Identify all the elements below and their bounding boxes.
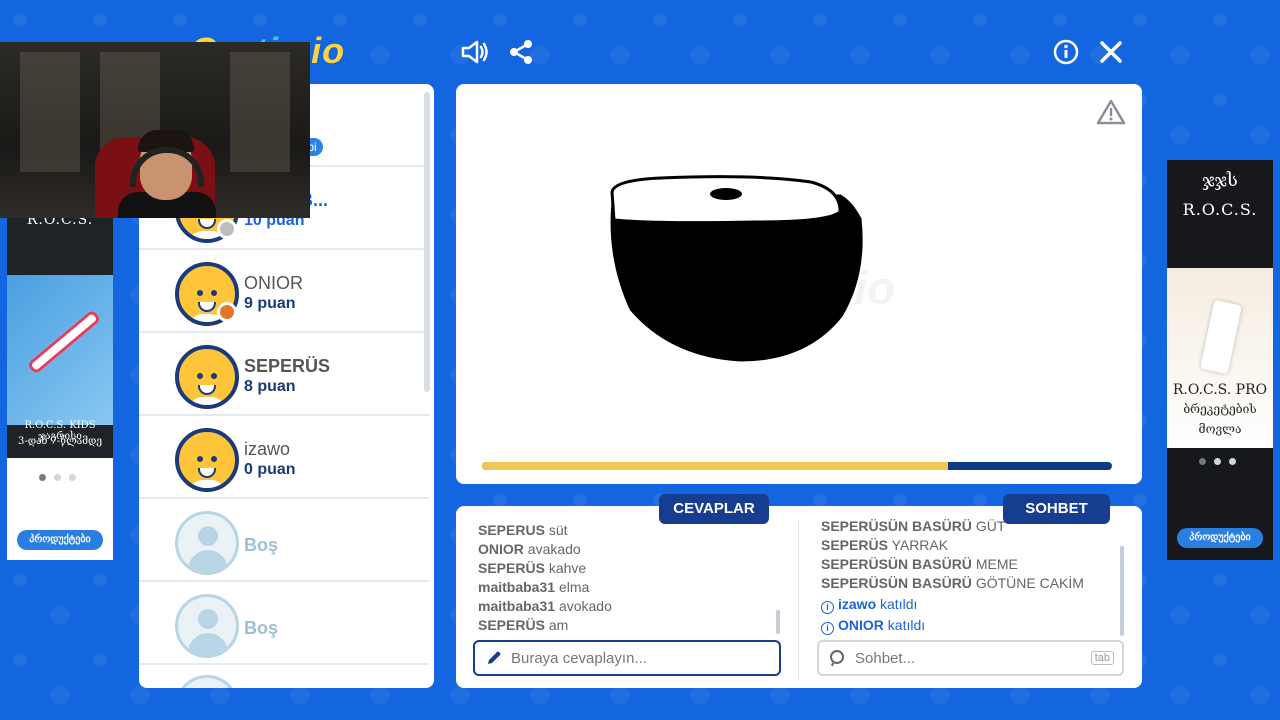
empty-slot-label: Boş <box>244 618 279 638</box>
chat-message: SEPERÜSÜN BASÜRÜ GÖTÜNE CAKİM <box>821 575 1084 591</box>
empty-slot-label: Boş <box>244 535 279 555</box>
chat-input-box[interactable]: tab <box>817 640 1124 676</box>
status-dot <box>217 302 237 322</box>
player-score: 8 puan <box>244 378 296 395</box>
player-row[interactable]: SEPERÜS 8 puan <box>139 333 429 416</box>
answers-scrollbar[interactable] <box>776 610 780 634</box>
info-icon[interactable] <box>1048 34 1084 70</box>
pencil-icon <box>485 649 503 667</box>
right-ad-line1: R.O.C.S. PRO <box>1172 382 1268 398</box>
empty-avatar-icon <box>175 675 239 688</box>
answer-message: SEPERUS süt <box>478 522 568 538</box>
left-ad-dots[interactable] <box>39 474 76 481</box>
webcam-overlay <box>0 42 310 218</box>
left-ad-product-image <box>7 275 113 425</box>
panel-divider <box>798 520 799 680</box>
share-icon[interactable] <box>503 34 539 70</box>
right-ad-brand: R.O.C.S. <box>1182 200 1258 219</box>
right-ad-button[interactable]: პროდუქტები <box>1177 528 1263 548</box>
player-name: ONIOR <box>244 273 304 293</box>
round-timer-bar <box>482 462 1112 470</box>
player-row[interactable]: izawo 0 puan <box>139 416 429 499</box>
empty-avatar-icon <box>175 594 239 658</box>
chat-message: SEPERÜS YARRAK <box>821 537 949 553</box>
answer-message: SEPERÜS kahve <box>478 560 587 576</box>
chat-panel: SEPERUS süt ONIOR avakado SEPERÜS kahve … <box>456 506 1142 688</box>
tab-answers[interactable]: CEVAPLAR <box>659 494 769 524</box>
answer-input[interactable] <box>511 649 779 667</box>
empty-slot[interactable]: Boş <box>139 499 429 582</box>
chat-message: SEPERÜSÜN BASÜRÜ GÜT <box>821 518 1006 534</box>
player-row[interactable]: ONIOR 9 puan <box>139 250 429 333</box>
round-timer-fill <box>482 462 949 470</box>
answer-input-box[interactable] <box>473 640 781 676</box>
answer-message: SEPERÜS am <box>478 617 569 633</box>
player-score: 9 puan <box>244 295 296 312</box>
join-message: i ONIOR katıldı <box>821 617 925 635</box>
chat-scrollbar[interactable] <box>1120 546 1124 636</box>
drawing: c.io <box>610 175 895 362</box>
left-ad-panel: პროდუქტები <box>7 458 113 560</box>
players-scrollbar[interactable] <box>424 92 430 392</box>
empty-slot-partial <box>139 665 429 688</box>
info-small-icon: i <box>821 622 834 635</box>
player-avatar <box>175 428 239 492</box>
chat-message: SEPERÜSÜN BASÜRÜ MEME <box>821 556 1018 572</box>
player-name: izawo <box>244 439 291 459</box>
report-warning-icon[interactable] <box>1096 98 1126 126</box>
player-score: 0 puan <box>244 461 296 478</box>
answer-message: ONIOR avakado <box>478 541 581 557</box>
right-ad-line3: მოვლა <box>1198 422 1242 436</box>
right-ad-logo: ჯჯს <box>1202 170 1238 191</box>
empty-avatar-icon <box>175 511 239 575</box>
right-ad-dots[interactable] <box>1199 458 1236 465</box>
status-dot <box>217 219 237 239</box>
left-ad-line2: 3-დან 7-წლამდე <box>18 436 102 447</box>
tab-hint: tab <box>1090 651 1114 665</box>
sound-icon[interactable] <box>457 34 493 70</box>
right-ad-line2: ბრეკეტების <box>1183 402 1257 416</box>
chat-input[interactable] <box>855 649 1091 667</box>
search-chat-icon <box>829 649 847 667</box>
tab-chat[interactable]: SOHBET <box>1003 494 1110 524</box>
answer-message: maitbaba31 elma <box>478 579 590 595</box>
answer-message: maitbaba31 avokado <box>478 598 612 614</box>
player-name: SEPERÜS <box>244 356 331 376</box>
close-icon[interactable] <box>1093 34 1129 70</box>
left-ad[interactable]: R.O.C.S. R.O.C.S. KIDS ჯაგრისი 3-დან 7-წ… <box>7 200 113 560</box>
drawing-canvas[interactable]: c.io <box>456 84 1142 484</box>
player-avatar <box>175 345 239 409</box>
empty-slot[interactable]: Boş <box>139 582 429 665</box>
left-ad-button[interactable]: პროდუქტები <box>17 530 103 550</box>
join-message: i izawo katıldı <box>821 596 917 614</box>
right-ad[interactable]: ჯჯს R.O.C.S. R.O.C.S. PRO ბრეკეტების მოვ… <box>1167 160 1273 560</box>
right-ad-product-image <box>1167 268 1273 448</box>
info-small-icon: i <box>821 601 834 614</box>
